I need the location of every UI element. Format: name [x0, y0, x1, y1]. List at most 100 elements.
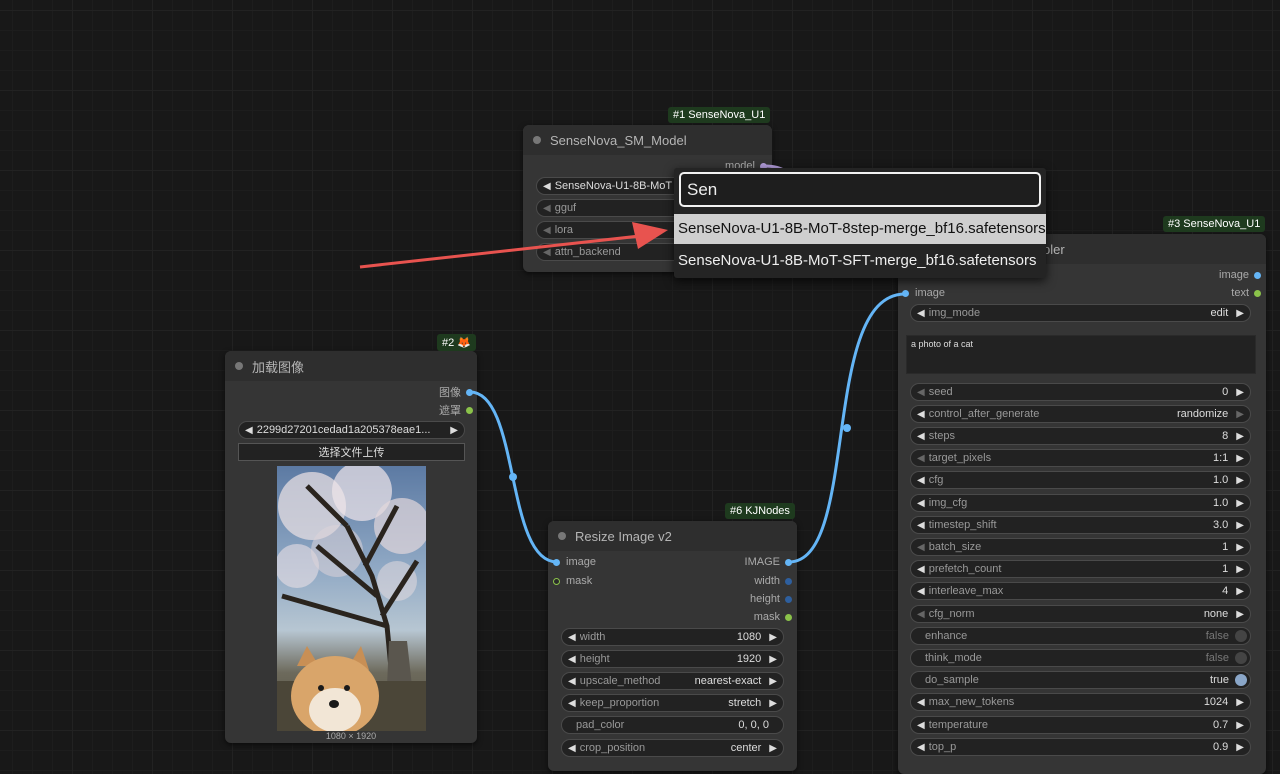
arrow-left-icon[interactable]: ◀ — [917, 720, 925, 731]
toggle-off-icon[interactable] — [1235, 630, 1247, 642]
arrow-left-icon[interactable]: ◀ — [917, 564, 925, 575]
output-pin-icon[interactable] — [466, 406, 473, 414]
widget-control-after-generate[interactable]: ◀ control_after_generate randomize ▶ — [910, 405, 1251, 423]
output-pin-icon[interactable] — [466, 388, 473, 396]
arrow-left-icon[interactable]: ◀ — [568, 698, 576, 709]
collapse-dot-icon[interactable] — [558, 532, 566, 540]
collapse-dot-icon[interactable] — [235, 362, 243, 370]
arrow-left-icon[interactable]: ◀ — [917, 520, 925, 531]
arrow-right-icon[interactable]: ▶ — [450, 425, 458, 436]
upload-button[interactable]: 选择文件上传 — [238, 443, 465, 461]
arrow-right-icon[interactable]: ▶ — [1236, 697, 1244, 708]
arrow-right-icon[interactable]: ▶ — [769, 676, 777, 687]
input-pin-icon[interactable] — [553, 577, 560, 585]
arrow-left-icon[interactable]: ◀ — [917, 586, 925, 597]
widget-img-cfg[interactable]: ◀ img_cfg 1.0 ▶ — [910, 494, 1251, 512]
node-title-bar[interactable]: Resize Image v2 — [548, 521, 797, 551]
widget-crop-position[interactable]: ◀ crop_position center ▶ — [561, 739, 784, 757]
arrow-right-icon[interactable]: ▶ — [1236, 564, 1244, 575]
arrow-left-icon[interactable]: ◀ — [543, 247, 551, 258]
widget-cfg-norm[interactable]: ◀ cfg_norm none ▶ — [910, 605, 1251, 623]
input-pin-icon[interactable] — [902, 289, 909, 297]
arrow-left-icon[interactable]: ◀ — [568, 676, 576, 687]
widget-keep-proportion[interactable]: ◀ keep_proportion stretch ▶ — [561, 694, 784, 712]
widget-height[interactable]: ◀ height 1920 ▶ — [561, 650, 784, 668]
arrow-left-icon[interactable]: ◀ — [917, 742, 925, 753]
widget-cfg[interactable]: ◀ cfg 1.0 ▶ — [910, 471, 1251, 489]
output-image[interactable]: image — [1219, 267, 1261, 283]
input-pin-icon[interactable] — [553, 558, 560, 566]
output-pin-icon[interactable] — [785, 577, 792, 585]
arrow-right-icon[interactable]: ▶ — [1236, 409, 1244, 420]
output-pin-icon[interactable] — [1254, 289, 1261, 297]
arrow-left-icon[interactable]: ◀ — [568, 632, 576, 643]
arrow-right-icon[interactable]: ▶ — [1236, 431, 1244, 442]
widget-img-mode[interactable]: ◀ img_mode edit ▶ — [910, 304, 1251, 322]
widget-temperature[interactable]: ◀ temperature 0.7 ▶ — [910, 716, 1251, 734]
arrow-left-icon[interactable]: ◀ — [917, 308, 925, 319]
widget-think-mode[interactable]: think_mode false — [910, 649, 1251, 667]
output-height[interactable]: height — [750, 591, 792, 607]
output-image[interactable]: IMAGE — [745, 554, 792, 570]
output-pin-icon[interactable] — [785, 558, 792, 566]
arrow-left-icon[interactable]: ◀ — [245, 425, 253, 436]
output-mask[interactable]: mask — [754, 609, 792, 625]
arrow-right-icon[interactable]: ▶ — [769, 654, 777, 665]
arrow-left-icon[interactable]: ◀ — [917, 542, 925, 553]
widget-do-sample[interactable]: do_sample true — [910, 671, 1251, 689]
toggle-off-icon[interactable] — [1235, 652, 1247, 664]
arrow-left-icon[interactable]: ◀ — [568, 654, 576, 665]
widget-interleave-max[interactable]: ◀ interleave_max 4 ▶ — [910, 582, 1251, 600]
widget-image-file[interactable]: ◀ 2299d27201cedad1a205378eae1... ▶ — [238, 421, 465, 439]
arrow-left-icon[interactable]: ◀ — [917, 475, 925, 486]
arrow-right-icon[interactable]: ▶ — [1236, 520, 1244, 531]
arrow-left-icon[interactable]: ◀ — [543, 225, 551, 236]
arrow-right-icon[interactable]: ▶ — [1236, 308, 1244, 319]
node-resize-image[interactable]: Resize Image v2 image mask IMAGE width h… — [548, 521, 797, 771]
arrow-left-icon[interactable]: ◀ — [568, 743, 576, 754]
node-sensenova-sampler[interactable]: pler image text image ◀ img_mode edit ▶ … — [898, 234, 1266, 774]
arrow-right-icon[interactable]: ▶ — [1236, 498, 1244, 509]
widget-width[interactable]: ◀ width 1080 ▶ — [561, 628, 784, 646]
input-image[interactable]: image — [553, 554, 596, 570]
output-image[interactable]: 图像 — [439, 384, 473, 400]
output-mask[interactable]: 遮罩 — [439, 402, 473, 418]
output-width[interactable]: width — [754, 573, 792, 589]
widget-timestep-shift[interactable]: ◀ timestep_shift 3.0 ▶ — [910, 516, 1251, 534]
node-title-bar[interactable]: 加载图像 — [225, 351, 477, 381]
arrow-right-icon[interactable]: ▶ — [769, 743, 777, 754]
arrow-left-icon[interactable]: ◀ — [917, 387, 925, 398]
widget-steps[interactable]: ◀ steps 8 ▶ — [910, 427, 1251, 445]
widget-target-pixels[interactable]: ◀ target_pixels 1:1 ▶ — [910, 449, 1251, 467]
toggle-on-icon[interactable] — [1235, 674, 1247, 686]
widget-upscale-method[interactable]: ◀ upscale_method nearest-exact ▶ — [561, 672, 784, 690]
arrow-right-icon[interactable]: ▶ — [1236, 387, 1244, 398]
combo-search-dropdown[interactable]: Sen SenseNova-U1-8B-MoT-8step-merge_bf16… — [674, 168, 1046, 278]
output-pin-icon[interactable] — [785, 613, 792, 621]
arrow-right-icon[interactable]: ▶ — [1236, 475, 1244, 486]
widget-seed[interactable]: ◀ seed 0 ▶ — [910, 383, 1251, 401]
search-input[interactable]: Sen — [679, 172, 1041, 207]
output-pin-icon[interactable] — [785, 595, 792, 603]
node-load-image[interactable]: 加载图像 图像 遮罩 ◀ 2299d27201cedad1a205378eae1… — [225, 351, 477, 743]
output-text[interactable]: text — [1231, 285, 1261, 301]
arrow-left-icon[interactable]: ◀ — [917, 409, 925, 420]
arrow-left-icon[interactable]: ◀ — [543, 181, 551, 192]
input-mask[interactable]: mask — [553, 573, 592, 589]
node-title-bar[interactable]: SenseNova_SM_Model — [523, 125, 772, 155]
arrow-right-icon[interactable]: ▶ — [1236, 542, 1244, 553]
arrow-left-icon[interactable]: ◀ — [917, 498, 925, 509]
widget-prefetch-count[interactable]: ◀ prefetch_count 1 ▶ — [910, 560, 1251, 578]
arrow-right-icon[interactable]: ▶ — [1236, 609, 1244, 620]
arrow-right-icon[interactable]: ▶ — [1236, 742, 1244, 753]
output-pin-icon[interactable] — [1254, 271, 1261, 279]
arrow-left-icon[interactable]: ◀ — [917, 431, 925, 442]
arrow-right-icon[interactable]: ▶ — [1236, 453, 1244, 464]
arrow-left-icon[interactable]: ◀ — [917, 609, 925, 620]
widget-max-new-tokens[interactable]: ◀ max_new_tokens 1024 ▶ — [910, 693, 1251, 711]
arrow-right-icon[interactable]: ▶ — [1236, 720, 1244, 731]
search-option-selected[interactable]: SenseNova-U1-8B-MoT-8step-merge_bf16.saf… — [674, 214, 1046, 244]
widget-batch-size[interactable]: ◀ batch_size 1 ▶ — [910, 538, 1251, 556]
arrow-right-icon[interactable]: ▶ — [769, 632, 777, 643]
prompt-textarea[interactable]: a photo of a cat — [906, 335, 1256, 374]
